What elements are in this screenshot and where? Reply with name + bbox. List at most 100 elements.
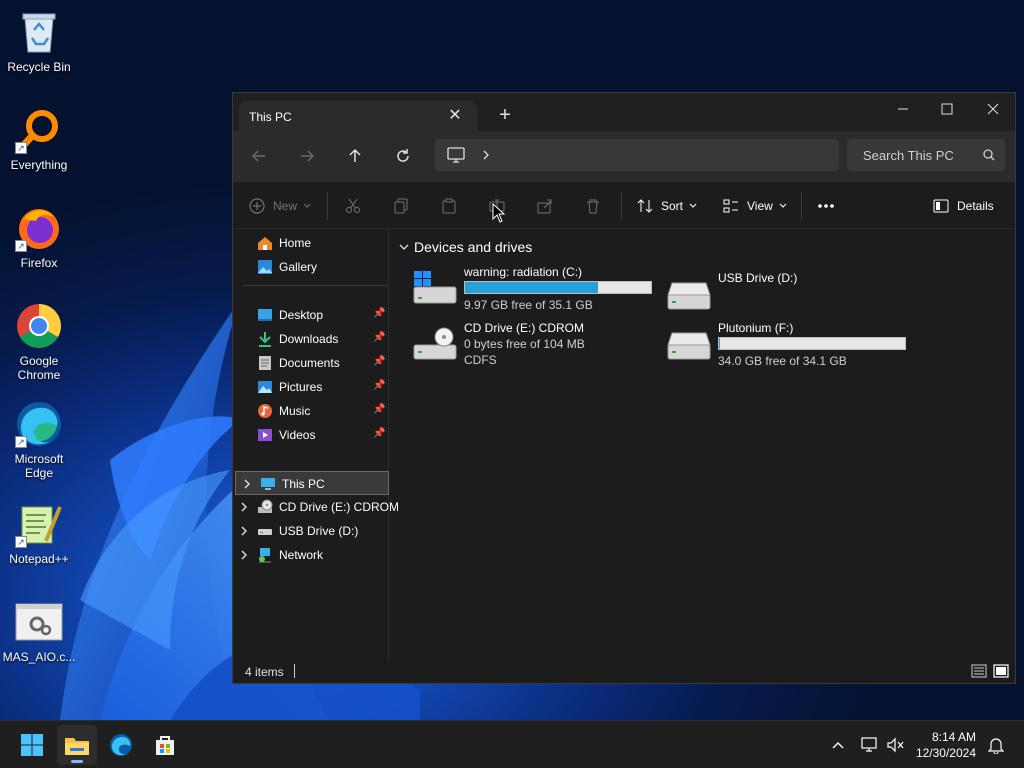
desktop-icon-chrome[interactable]: Google Chrome xyxy=(4,302,74,382)
delete-button[interactable] xyxy=(585,194,601,218)
drive-tile-d[interactable]: USB Drive (D:) xyxy=(666,271,916,321)
sidebar-item-network[interactable]: Network xyxy=(233,543,389,567)
status-divider xyxy=(294,664,295,678)
new-tab-icon[interactable]: + xyxy=(495,105,515,125)
desktop-icon-firefox[interactable]: ↗ Firefox xyxy=(4,204,74,270)
desktop-icon-label: Notepad++ xyxy=(9,552,69,566)
sidebar-item-this-pc[interactable]: This PC xyxy=(235,471,389,495)
maximize-button[interactable] xyxy=(927,97,967,121)
sidebar-item-desktop[interactable]: Desktop 📌 xyxy=(233,303,389,327)
chevron-right-icon[interactable] xyxy=(481,149,491,161)
download-icon xyxy=(259,332,271,347)
volume-button[interactable] xyxy=(886,735,906,755)
share-button[interactable] xyxy=(537,194,553,218)
sidebar-item-home[interactable]: Home xyxy=(233,231,389,255)
pin-icon[interactable]: 📌 xyxy=(373,380,385,392)
sidebar-item-label: Documents xyxy=(279,356,340,370)
toolbar-divider xyxy=(801,192,802,220)
trash-icon xyxy=(587,199,599,214)
chevron-down-icon xyxy=(689,203,697,208)
start-button[interactable] xyxy=(12,725,52,765)
sidebar-item-gallery[interactable]: Gallery xyxy=(233,255,389,279)
tab-this-pc[interactable]: This PC ✕ xyxy=(239,101,477,131)
sidebar-item-music[interactable]: Music 📌 xyxy=(233,399,389,423)
sort-button[interactable]: Sort xyxy=(637,194,697,218)
sidebar-item-usb-drive[interactable]: USB Drive (D:) xyxy=(233,519,389,543)
windows-logo-icon xyxy=(21,734,43,756)
chevron-right-icon[interactable] xyxy=(239,501,249,513)
close-window-button[interactable] xyxy=(973,97,1013,121)
cut-button[interactable] xyxy=(345,194,361,218)
desktop-icon-edge[interactable]: ↗ Microsoft Edge xyxy=(4,400,74,480)
notifications-button[interactable] xyxy=(986,735,1006,755)
desktop-icon-notepadpp[interactable]: ↗ Notepad++ xyxy=(4,500,74,566)
pin-icon[interactable]: 📌 xyxy=(373,404,385,416)
desktop-icon-mas-aio[interactable]: MAS_AIO.c... xyxy=(3,598,75,664)
up-button[interactable] xyxy=(343,144,367,168)
paste-button[interactable] xyxy=(441,194,457,218)
file-explorer-window: This PC ✕ + Search This PC New Sort View… xyxy=(232,92,1016,684)
more-icon xyxy=(818,204,834,208)
edge-icon: ↗ xyxy=(15,400,63,448)
pin-icon[interactable]: 📌 xyxy=(373,332,385,344)
copy-button[interactable] xyxy=(393,194,409,218)
back-button[interactable] xyxy=(247,144,271,168)
navigation-bar: Search This PC xyxy=(233,131,1015,181)
sidebar-item-pictures[interactable]: Pictures 📌 xyxy=(233,375,389,399)
gallery-icon xyxy=(258,260,272,274)
desktop-icon-recycle-bin[interactable]: Recycle Bin xyxy=(4,8,74,74)
desktop-icon-label: Recycle Bin xyxy=(7,60,71,74)
sidebar-item-documents[interactable]: Documents 📌 xyxy=(233,351,389,375)
store-icon xyxy=(156,736,174,755)
view-label: View xyxy=(747,199,773,213)
pin-icon[interactable]: 📌 xyxy=(373,356,385,368)
chevron-right-icon[interactable] xyxy=(242,478,252,490)
tiles-view-icon[interactable] xyxy=(993,664,1009,678)
drive-free-space: 9.97 GB free of 35.1 GB xyxy=(464,298,593,312)
forward-button[interactable] xyxy=(295,144,319,168)
sidebar-item-label: Gallery xyxy=(279,260,318,274)
drive-tile-f[interactable]: Plutonium (F:) 34.0 GB free of 34.1 GB xyxy=(666,321,916,371)
chevron-right-icon[interactable] xyxy=(239,525,249,537)
pin-icon[interactable]: 📌 xyxy=(373,308,385,320)
taskbar-file-explorer[interactable] xyxy=(57,725,97,765)
search-box[interactable]: Search This PC xyxy=(847,139,1005,171)
taskbar-edge[interactable] xyxy=(101,725,141,765)
clock[interactable]: 8:14 AM 12/30/2024 xyxy=(912,729,976,761)
desktop-icon-label: Google Chrome xyxy=(17,354,61,382)
minimize-button[interactable] xyxy=(883,97,923,121)
show-hidden-icons-button[interactable] xyxy=(828,735,848,755)
drive-tile-e[interactable]: CD Drive (E:) CDROM 0 bytes free of 104 … xyxy=(412,321,662,371)
sidebar-item-downloads[interactable]: Downloads 📌 xyxy=(233,327,389,351)
content-pane: Devices and drives warning: radiation (C… xyxy=(390,203,1015,661)
refresh-button[interactable] xyxy=(391,144,415,168)
desktop-icon-label: Firefox xyxy=(20,256,58,270)
chevron-right-icon[interactable] xyxy=(239,549,249,561)
network-status-button[interactable] xyxy=(860,735,880,755)
view-list-icon xyxy=(723,199,738,213)
details-button[interactable]: Details xyxy=(933,194,994,218)
details-view-icon[interactable] xyxy=(971,664,987,678)
pictures-icon xyxy=(258,381,272,393)
pin-icon[interactable]: 📌 xyxy=(373,428,385,440)
view-button[interactable]: View xyxy=(723,194,787,218)
sidebar-divider xyxy=(243,285,387,286)
new-button[interactable]: New xyxy=(249,194,311,218)
drive-usage-bar xyxy=(718,337,906,350)
clipboard-icon xyxy=(442,198,456,214)
shortcut-arrow-icon: ↗ xyxy=(15,240,27,252)
drive-tile-c[interactable]: warning: radiation (C:) 9.97 GB free of … xyxy=(412,265,662,315)
taskbar-store[interactable] xyxy=(145,725,185,765)
chevron-down-icon xyxy=(779,203,787,208)
desktop-icon-everything[interactable]: ↗ Everything xyxy=(4,106,74,172)
more-options-button[interactable] xyxy=(817,194,835,218)
plus-circle-icon xyxy=(249,198,265,214)
maximize-icon xyxy=(941,103,953,115)
sidebar-item-cd-drive[interactable]: CD Drive (E:) CDROM xyxy=(233,495,399,519)
address-bar[interactable] xyxy=(435,139,839,171)
copy-icon xyxy=(394,198,408,214)
group-header-devices[interactable]: Devices and drives xyxy=(398,239,532,255)
taskbar: 8:14 AM 12/30/2024 xyxy=(0,720,1024,768)
sidebar-item-videos[interactable]: Videos 📌 xyxy=(233,423,389,447)
close-tab-icon[interactable]: ✕ xyxy=(445,106,465,126)
